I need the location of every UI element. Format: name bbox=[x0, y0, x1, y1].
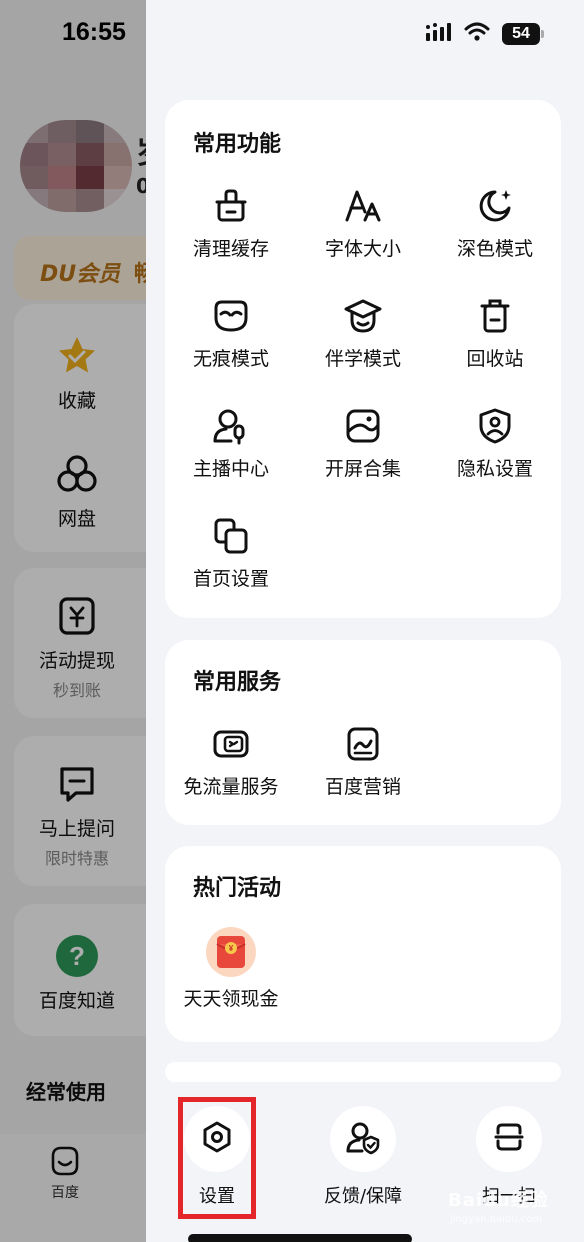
study-mode-icon bbox=[341, 294, 385, 338]
item-label: 清理缓存 bbox=[192, 238, 269, 260]
feedback-circle bbox=[330, 1106, 396, 1172]
status-icons: 54 bbox=[426, 22, 544, 46]
clean-cache-icon bbox=[209, 184, 253, 228]
card-title: 常用功能 bbox=[193, 132, 282, 157]
item-recycle-bin[interactable]: 回收站 bbox=[429, 294, 561, 371]
item-free-data[interactable]: 免流量服务 bbox=[165, 722, 297, 799]
item-anchor-center[interactable]: 主播中心 bbox=[165, 404, 297, 481]
highlight-box bbox=[178, 1097, 256, 1219]
watermark-sub: jingyan.baidu.com bbox=[450, 1214, 543, 1225]
free-data-icon bbox=[209, 722, 253, 766]
item-privacy[interactable]: 隐私设置 bbox=[429, 404, 561, 481]
item-incognito[interactable]: 无痕模式 bbox=[165, 294, 297, 371]
item-homepage-settings[interactable]: 首页设置 bbox=[165, 514, 297, 591]
item-label: 开屏合集 bbox=[324, 458, 401, 480]
feedback-button[interactable]: 反馈/保障 bbox=[288, 1106, 438, 1208]
signal-icon bbox=[426, 23, 452, 45]
common-functions-card: 常用功能 清理缓存 字体大小 深色模式 无痕模式 伴学模式 回收站 主播中心 开… bbox=[165, 100, 561, 618]
item-label: 天天领现金 bbox=[183, 988, 279, 1010]
next-card-edge bbox=[165, 1062, 561, 1082]
dark-mode-icon bbox=[473, 184, 517, 228]
svg-text:¥: ¥ bbox=[229, 944, 234, 953]
anchor-center-icon bbox=[209, 404, 253, 448]
home-indicator bbox=[188, 1234, 412, 1242]
item-study-mode[interactable]: 伴学模式 bbox=[297, 294, 429, 371]
item-clean-cache[interactable]: 清理缓存 bbox=[165, 184, 297, 261]
red-envelope-icon: ¥ bbox=[205, 926, 257, 978]
hot-activities-card: 热门活动 ¥ 天天领现金 bbox=[165, 846, 561, 1042]
scan-icon bbox=[492, 1120, 526, 1158]
side-drawer: 54 常用功能 清理缓存 字体大小 深色模式 无痕模式 伴学模式 回收站 主播中… bbox=[146, 0, 584, 1242]
feedback-label: 反馈/保障 bbox=[323, 1186, 403, 1207]
wifi-icon bbox=[464, 22, 490, 46]
item-marketing[interactable]: 百度营销 bbox=[297, 722, 429, 799]
card-title: 热门活动 bbox=[193, 876, 282, 901]
privacy-icon bbox=[473, 404, 517, 448]
item-label: 字体大小 bbox=[324, 238, 401, 260]
item-font-size[interactable]: 字体大小 bbox=[297, 184, 429, 261]
item-label: 免流量服务 bbox=[183, 776, 279, 798]
recycle-bin-icon bbox=[473, 294, 517, 338]
item-splash-collection[interactable]: 开屏合集 bbox=[297, 404, 429, 481]
item-label: 主播中心 bbox=[192, 458, 269, 480]
homepage-settings-icon bbox=[209, 514, 253, 558]
watermark: Baidu经验 bbox=[448, 1190, 549, 1211]
marketing-icon bbox=[341, 722, 385, 766]
card-title: 常用服务 bbox=[193, 670, 282, 695]
common-services-card: 常用服务 免流量服务 百度营销 bbox=[165, 640, 561, 825]
item-label: 首页设置 bbox=[192, 568, 269, 590]
item-label: 无痕模式 bbox=[192, 348, 269, 370]
battery-icon: 54 bbox=[502, 23, 544, 45]
feedback-icon bbox=[345, 1119, 381, 1159]
item-dark-mode[interactable]: 深色模式 bbox=[429, 184, 561, 261]
item-label: 回收站 bbox=[466, 348, 524, 370]
item-label: 深色模式 bbox=[456, 238, 533, 260]
item-daily-cash[interactable]: ¥ 天天领现金 bbox=[165, 926, 297, 1011]
font-size-icon bbox=[341, 184, 385, 228]
splash-collection-icon bbox=[341, 404, 385, 448]
item-label: 伴学模式 bbox=[324, 348, 401, 370]
scan-circle bbox=[476, 1106, 542, 1172]
item-label: 百度营销 bbox=[324, 776, 401, 798]
item-label: 隐私设置 bbox=[456, 458, 533, 480]
incognito-icon bbox=[209, 294, 253, 338]
